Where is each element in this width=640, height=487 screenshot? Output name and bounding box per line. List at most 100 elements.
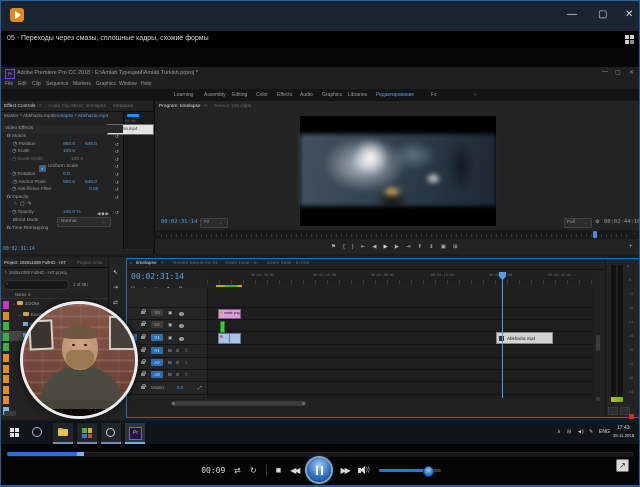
scale-value[interactable]: 100.0 xyxy=(63,149,75,154)
workspace-editing[interactable]: Editing xyxy=(232,92,247,98)
solo-icon[interactable]: S xyxy=(176,348,179,353)
keyframe-strip-scrollbar[interactable] xyxy=(127,114,139,117)
mark-in-icon[interactable]: { xyxy=(343,244,345,250)
mic-icon[interactable]: ⌇ xyxy=(185,372,187,378)
track-v1-toggle[interactable]: V1 xyxy=(151,334,163,341)
solo-icon[interactable]: S xyxy=(176,360,179,365)
track-a2-toggle[interactable]: A2 xyxy=(151,359,163,366)
taskbar-tile-explorer[interactable] xyxy=(53,423,73,444)
export-frame-icon[interactable]: ▣ xyxy=(441,244,446,250)
tab-nested-sequence[interactable]: Nested Sequence 01 xyxy=(173,261,218,266)
cortana-icon[interactable] xyxy=(32,427,42,437)
tab-project-1[interactable]: Project: 1920x1080 FullHD - HIT xyxy=(4,260,66,265)
menu-window[interactable]: Window xyxy=(119,81,137,87)
reset-icon[interactable]: ↺ xyxy=(115,195,119,201)
label-color-swatch[interactable] xyxy=(3,312,9,320)
uniform-scale-checkbox[interactable]: ✓ xyxy=(39,165,46,172)
extract-icon[interactable]: ⇟ xyxy=(429,244,434,250)
sync-lock-icon[interactable]: ▣ xyxy=(168,310,172,316)
volume-slider[interactable] xyxy=(379,469,441,472)
stop-button[interactable]: ■ xyxy=(276,465,281,475)
clip-v3-graphic[interactable]: matte.png xyxy=(218,309,241,319)
tab-project-2[interactable]: Project: Amla xyxy=(77,260,107,265)
reset-icon[interactable]: ↺ xyxy=(115,164,119,170)
mute-icon[interactable]: M xyxy=(168,348,172,353)
track-v1-eye-icon[interactable] xyxy=(179,337,184,341)
reset-icon[interactable]: ↺ xyxy=(115,180,119,186)
reset-icon[interactable]: ↺ xyxy=(115,157,119,163)
workspace-editing-ru-active[interactable]: Редактирование xyxy=(376,92,414,98)
dragged-clip-ghost[interactable]: Abkhazia.mp4 xyxy=(496,332,553,344)
track-select-tool[interactable]: ⇥ xyxy=(113,284,118,291)
menu-markers[interactable]: Markers xyxy=(73,81,91,87)
add-marker-icon[interactable]: ⚑ xyxy=(331,244,336,250)
tab-program[interactable]: Program: timelapse xyxy=(159,104,201,109)
label-color-swatch[interactable] xyxy=(3,333,9,341)
start-button[interactable] xyxy=(10,428,19,437)
premiere-close-icon[interactable]: ✕ xyxy=(629,69,634,76)
step-back-icon[interactable]: ◀ xyxy=(372,244,376,250)
tray-clock-time[interactable]: 17:43 xyxy=(617,425,630,431)
antiflicker-value[interactable]: 0.00 xyxy=(89,187,98,192)
position-y-value[interactable]: 540.0 xyxy=(85,142,97,147)
effect-time-remapping[interactable]: fx Time Remapping xyxy=(7,226,48,231)
tray-pen-icon[interactable]: ✎ xyxy=(589,429,593,435)
track-v3-eye-icon[interactable] xyxy=(179,312,184,316)
opacity-value[interactable]: 100.0 % xyxy=(63,210,81,215)
anchor-y-value[interactable]: 540.0 xyxy=(85,180,97,185)
solo-icon[interactable]: S xyxy=(176,372,179,377)
effect-opacity-group[interactable]: fx Opacity xyxy=(7,195,28,200)
menu-file[interactable]: File xyxy=(5,81,13,87)
taskbar-tile-premiere[interactable]: Pr xyxy=(125,423,145,444)
project-search-input[interactable] xyxy=(3,280,69,290)
workspace-libraries[interactable]: Libraries xyxy=(348,92,367,98)
anchor-x-value[interactable]: 960.0 xyxy=(63,180,75,185)
mic-icon[interactable]: ⌇ xyxy=(185,348,187,354)
timeline-playhead-line[interactable] xyxy=(502,279,503,398)
tab-timelapse[interactable]: timelapse xyxy=(136,261,157,266)
fit-timeline-icon[interactable]: ⤢ xyxy=(198,385,201,390)
sync-lock-icon[interactable]: ▣ xyxy=(168,335,172,341)
timeline-hscrollbar[interactable] xyxy=(171,401,306,406)
lock-icon[interactable] xyxy=(141,373,145,376)
rewind-button[interactable]: ◀◀ xyxy=(290,466,298,475)
rotation-value[interactable]: 0.0 xyxy=(63,172,70,177)
tab-zoom-ease-in[interactable]: Zoom Ease - In xyxy=(225,261,258,266)
program-timecode[interactable]: 00:02:31:14 xyxy=(161,219,197,225)
tray-volume-icon[interactable]: ◄) xyxy=(577,429,584,435)
repeat-icon[interactable]: ↻ xyxy=(250,466,257,475)
panel-menu-icon[interactable]: ≡ xyxy=(39,104,42,109)
lock-icon[interactable] xyxy=(141,349,145,352)
comparison-view-icon[interactable]: ⊞ xyxy=(453,244,458,250)
workspace-effects[interactable]: Effects xyxy=(277,92,292,98)
label-color-swatch[interactable] xyxy=(3,301,9,309)
label-color-swatch[interactable] xyxy=(3,375,9,383)
button-editor-plus-icon[interactable]: + xyxy=(629,244,633,250)
menu-clip[interactable]: Clip xyxy=(32,81,41,87)
reset-icon[interactable]: ↺ xyxy=(115,210,119,216)
label-color-swatch[interactable] xyxy=(3,396,9,404)
project-panel-bottom-icons[interactable] xyxy=(4,411,16,416)
track-v3-toggle[interactable]: V3 xyxy=(151,309,163,316)
pause-button[interactable] xyxy=(307,458,331,482)
lock-icon[interactable] xyxy=(141,361,145,364)
tray-network-icon[interactable]: ⊟ xyxy=(567,429,571,435)
minimize-button[interactable]: — xyxy=(567,9,577,20)
pen-mask-icon[interactable]: ✎ xyxy=(27,202,34,207)
reset-icon[interactable]: ↺ xyxy=(115,134,119,140)
workspace-audio[interactable]: Audio xyxy=(300,92,313,98)
sync-lock-icon[interactable]: ▣ xyxy=(168,322,172,328)
premiere-restore-icon[interactable]: ▢ xyxy=(615,69,621,76)
tray-language[interactable]: ENG xyxy=(599,429,610,435)
play-icon[interactable]: ▶ xyxy=(383,244,387,250)
mic-icon[interactable]: ⌇ xyxy=(185,360,187,366)
effect-motion[interactable]: fx Motion xyxy=(7,134,26,139)
workspace-learning[interactable]: Learning xyxy=(174,92,193,98)
workspace-fx[interactable]: Fx xyxy=(431,92,437,98)
tab-audio-clip-mixer[interactable]: Audio Clip Mixer: timelapse xyxy=(48,104,106,109)
panel-menu-icon[interactable]: ≡ xyxy=(161,261,164,266)
lock-icon[interactable] xyxy=(141,311,145,314)
label-color-swatch[interactable] xyxy=(3,354,9,362)
position-x-value[interactable]: 960.0 xyxy=(63,142,75,147)
close-button[interactable]: ✕ xyxy=(625,9,633,20)
